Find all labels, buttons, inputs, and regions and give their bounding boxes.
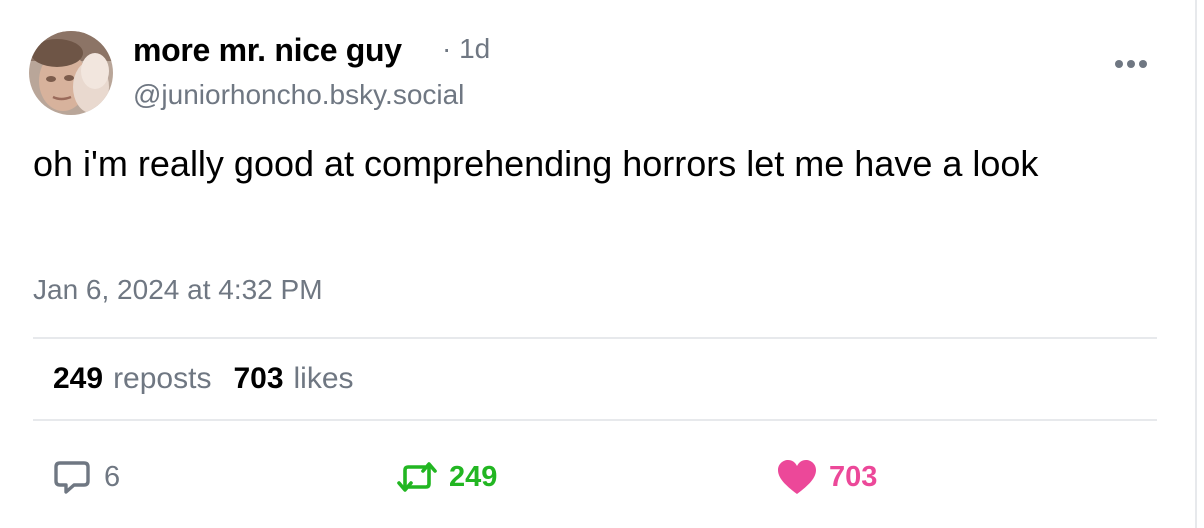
likes-count[interactable]: 703 (233, 362, 283, 396)
reply-count: 6 (104, 460, 121, 493)
heart-icon (778, 460, 816, 494)
reposts-label[interactable]: reposts (113, 362, 211, 396)
stats-top-divider (33, 337, 1157, 339)
engagement-stats: 249 reposts 703 likes (53, 362, 354, 396)
author-display-name[interactable]: more mr. nice guy (133, 32, 402, 69)
repost-count: 249 (449, 460, 498, 493)
like-button[interactable]: 703 (775, 455, 877, 499)
repost-button[interactable]: 249 (395, 455, 497, 499)
post-text: oh i'm really good at comprehending horr… (33, 143, 1039, 184)
frame-edge-divider (1195, 0, 1197, 528)
speech-bubble-icon (54, 461, 90, 494)
likes-label[interactable]: likes (294, 362, 354, 396)
post-timestamp: Jan 6, 2024 at 4:32 PM (33, 274, 323, 305)
repost-arrows-icon (397, 462, 437, 492)
avatar[interactable] (29, 31, 113, 115)
more-options-button[interactable] (1110, 48, 1152, 80)
reposts-count[interactable]: 249 (53, 362, 103, 396)
post-age: · 1d (442, 33, 491, 64)
more-horizontal-icon (1115, 60, 1147, 68)
reply-button[interactable]: 6 (52, 455, 120, 499)
author-handle[interactable]: @juniorhoncho.bsky.social (133, 79, 464, 111)
avatar-image (29, 31, 113, 115)
like-count: 703 (829, 460, 878, 493)
stats-bottom-divider (33, 419, 1157, 421)
